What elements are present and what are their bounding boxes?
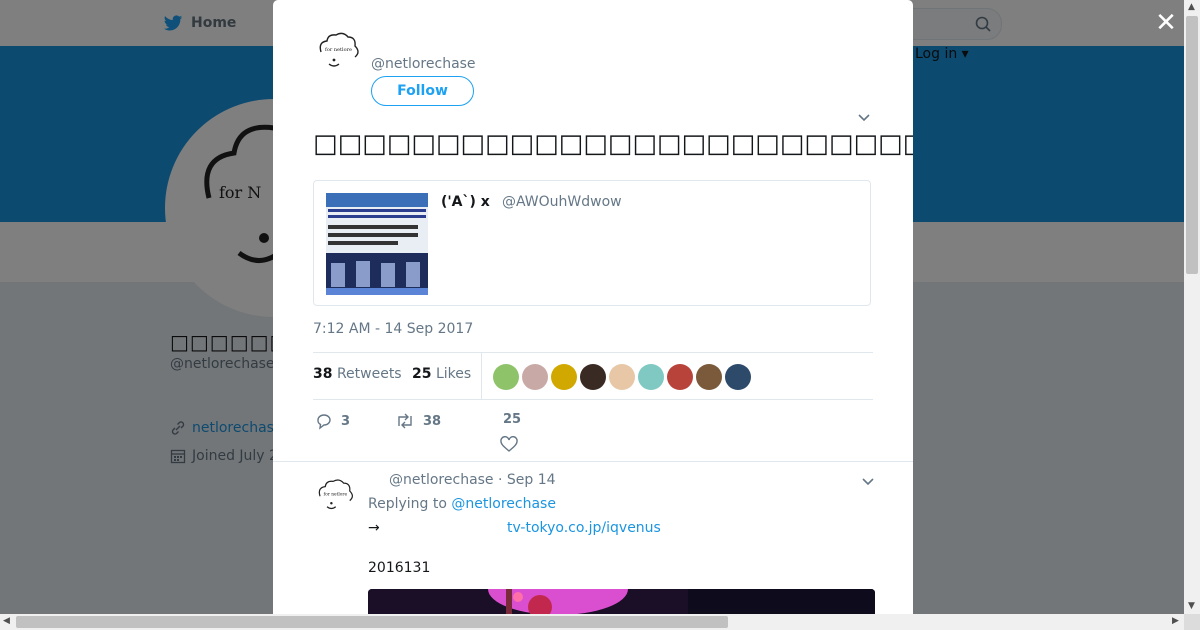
quoted-author-handle[interactable]: @AWOuhWdwow bbox=[502, 194, 622, 210]
stage-photo bbox=[368, 589, 875, 614]
quoted-tweet-image[interactable] bbox=[326, 193, 428, 295]
svg-text:for netlore: for netlore bbox=[325, 47, 352, 53]
tweet-text: □□□□□□□□□□□□□□□□□□□□□□□□□□□□□□□□□□□□□□□□… bbox=[313, 129, 913, 159]
replying-to: Replying to @netlorechase bbox=[368, 496, 556, 512]
heart-icon[interactable] bbox=[500, 436, 518, 454]
quoted-tweet[interactable]: ('A`) x @AWOuhWdwow bbox=[313, 180, 871, 306]
liker-avatar[interactable] bbox=[696, 364, 722, 390]
reply-icon bbox=[317, 414, 331, 430]
retweets-label: Retweets bbox=[336, 366, 402, 382]
scroll-right-icon[interactable]: ▶ bbox=[1172, 616, 1179, 626]
reply-url-link[interactable]: tv-tokyo.co.jp/iqvenus bbox=[507, 520, 661, 536]
retweet-action[interactable]: 38 bbox=[395, 412, 441, 430]
follow-button[interactable]: Follow bbox=[371, 76, 474, 106]
replying-prefix: Replying to bbox=[368, 496, 447, 512]
scrollbar-corner bbox=[1184, 614, 1200, 630]
vertical-scrollbar-thumb[interactable] bbox=[1186, 16, 1198, 274]
retweet-icon bbox=[398, 413, 412, 429]
author-avatar[interactable]: for netlore bbox=[313, 30, 361, 78]
reply-text: 2016131 bbox=[368, 560, 431, 576]
author-handle[interactable]: @netlorechase bbox=[371, 56, 476, 72]
liker-avatar[interactable] bbox=[667, 364, 693, 390]
liker-avatar[interactable] bbox=[638, 364, 664, 390]
close-icon[interactable]: ✕ bbox=[1154, 10, 1178, 36]
reply-handle-date[interactable]: @netlorechase · Sep 14 bbox=[389, 472, 556, 488]
scroll-up-icon[interactable]: ▲ bbox=[1188, 2, 1195, 12]
svg-text:for netlore: for netlore bbox=[324, 492, 348, 497]
liker-avatar[interactable] bbox=[551, 364, 577, 390]
scroll-down-icon[interactable]: ▼ bbox=[1188, 601, 1195, 611]
scroll-left-icon[interactable]: ◀ bbox=[3, 616, 10, 626]
reply-action[interactable]: 3 bbox=[315, 412, 350, 430]
liker-avatar[interactable] bbox=[580, 364, 606, 390]
likes-label: Likes bbox=[435, 366, 472, 382]
tweet-modal: for netlore @netlorechase Follow □□□□□□□… bbox=[273, 0, 913, 614]
retweet-count: 38 bbox=[423, 413, 442, 429]
liker-avatar[interactable] bbox=[493, 364, 519, 390]
quoted-author-name[interactable]: ('A`) x bbox=[441, 194, 490, 210]
liker-avatars bbox=[493, 364, 751, 390]
like-count: 25 bbox=[503, 412, 522, 427]
tv-screenshot-thumbnail bbox=[326, 193, 428, 295]
liker-avatar[interactable] bbox=[522, 364, 548, 390]
tweet-stats: 38 Retweets 25 Likes bbox=[313, 352, 873, 400]
chevron-down-icon[interactable] bbox=[857, 110, 871, 124]
tweet-actions: 3 38 25 bbox=[313, 410, 873, 460]
horizontal-scrollbar-thumb[interactable] bbox=[16, 616, 728, 628]
reply-arrow: → bbox=[368, 520, 380, 536]
reply-media-image[interactable] bbox=[368, 589, 875, 614]
tweet-timestamp[interactable]: 7:12 AM - 14 Sep 2017 bbox=[313, 321, 473, 337]
retweets-count: 38 bbox=[313, 366, 333, 382]
likes-stat[interactable]: 25 Likes bbox=[412, 366, 471, 382]
liker-avatar[interactable] bbox=[609, 364, 635, 390]
reply-author-avatar[interactable]: for netlore bbox=[313, 477, 355, 519]
like-count-label[interactable]: 25 bbox=[503, 412, 521, 427]
replying-to-link[interactable]: @netlorechase bbox=[451, 496, 556, 512]
divider bbox=[273, 461, 913, 462]
retweets-stat[interactable]: 38 Retweets bbox=[313, 366, 402, 382]
reply-count: 3 bbox=[341, 413, 351, 429]
stats-divider bbox=[481, 353, 482, 399]
liker-avatar[interactable] bbox=[725, 364, 751, 390]
likes-count: 25 bbox=[412, 366, 432, 382]
chevron-down-icon[interactable] bbox=[861, 474, 875, 488]
